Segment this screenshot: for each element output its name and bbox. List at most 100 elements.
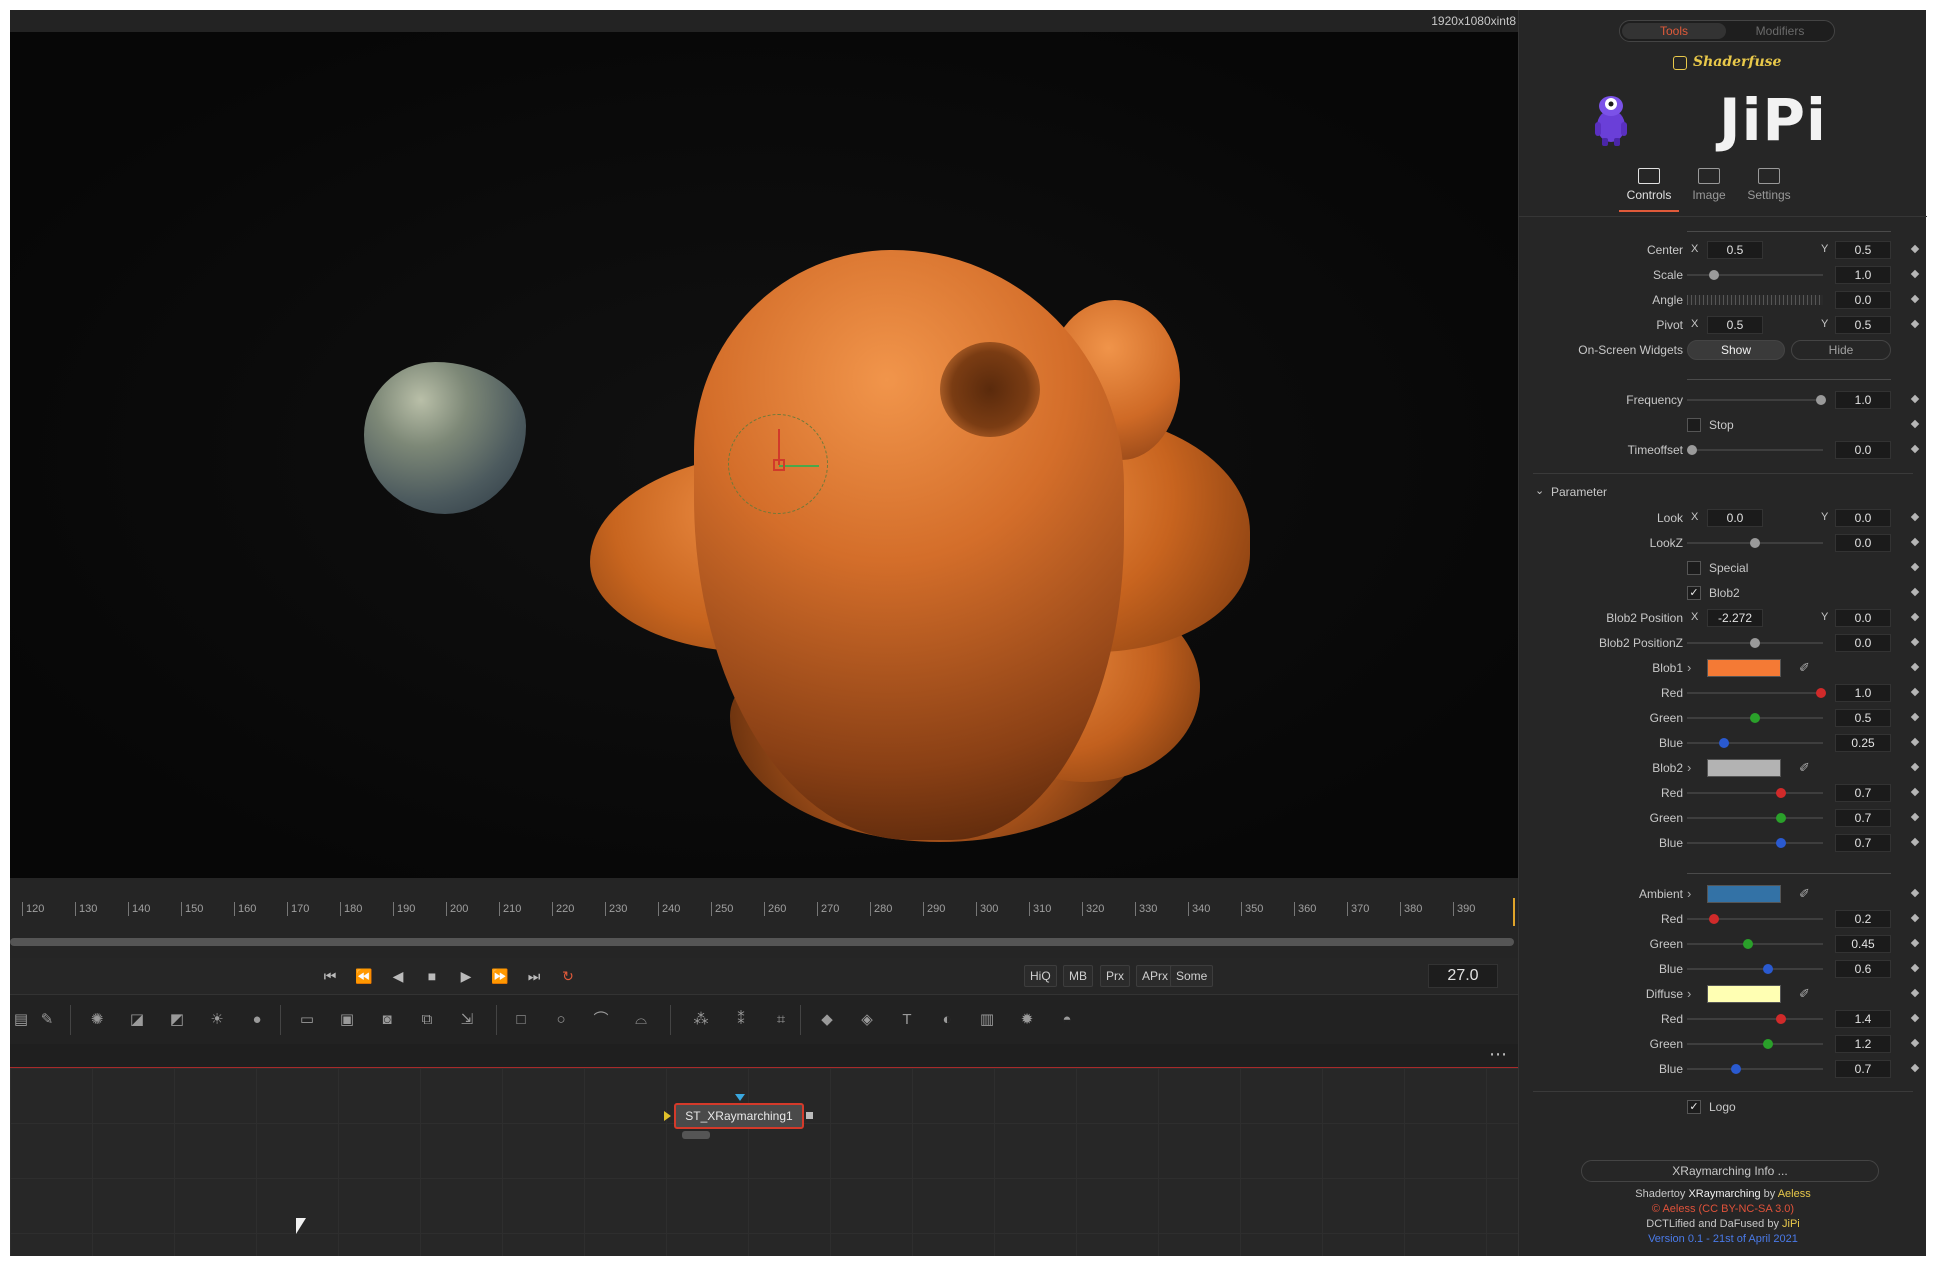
angle-field[interactable]: 0.0	[1835, 291, 1891, 309]
look-y-field[interactable]: 0.0	[1835, 509, 1891, 527]
viewer[interactable]: 1920x1080xint8	[10, 10, 1518, 878]
node-input[interactable]	[664, 1111, 671, 1121]
time-ruler[interactable]: 120 130 140 150 160 170 180 190 200 210 220 230 240 2…	[10, 900, 1518, 924]
blob2-green-knob[interactable]	[1776, 813, 1786, 823]
ambient-blue-slider[interactable]	[1687, 968, 1823, 970]
stop-icon[interactable]: ■	[420, 966, 444, 986]
fast-forward-icon[interactable]: ⏩	[488, 966, 512, 986]
blob2-position-y-field[interactable]: 0.0	[1835, 609, 1891, 627]
brightness-icon[interactable]: ☀	[206, 1009, 228, 1031]
keyframe-icon[interactable]	[1910, 812, 1920, 822]
blob1-blue-field[interactable]: 0.25	[1835, 734, 1891, 752]
gizmo-center-handle[interactable]	[773, 459, 785, 471]
diffuse-blue-field[interactable]: 0.7	[1835, 1060, 1891, 1078]
blob1-red-field[interactable]: 1.0	[1835, 684, 1891, 702]
show-widgets-button[interactable]: Show	[1687, 340, 1785, 360]
diffuse-green-knob[interactable]	[1763, 1039, 1773, 1049]
keyframe-icon[interactable]	[1910, 762, 1920, 772]
shape-3d-icon[interactable]: ◈	[856, 1009, 878, 1031]
scale-slider[interactable]	[1687, 274, 1823, 276]
keyframe-icon[interactable]	[1910, 662, 1920, 672]
pivot-x-field[interactable]: 0.5	[1707, 316, 1763, 334]
resize-icon[interactable]: ⇲	[456, 1009, 478, 1031]
keyframe-icon[interactable]	[1910, 587, 1920, 597]
angle-thumbwheel[interactable]	[1687, 295, 1823, 305]
blob2-blue-slider[interactable]	[1687, 842, 1823, 844]
polygon-mask-icon[interactable]: ⌒	[590, 1009, 612, 1031]
timeoffset-field[interactable]: 0.0	[1835, 441, 1891, 459]
camera-3d-icon[interactable]: ▥	[976, 1009, 998, 1031]
chevron-right-icon[interactable]: ›	[1687, 660, 1691, 675]
blob2-red-slider[interactable]	[1687, 792, 1823, 794]
blob1-green-knob[interactable]	[1750, 713, 1760, 723]
stop-checkbox[interactable]	[1687, 418, 1701, 432]
logo-checkbox[interactable]: ✓	[1687, 1100, 1701, 1114]
parameter-section-header[interactable]: ⌄ Parameter	[1535, 482, 1925, 502]
keyframe-icon[interactable]	[1910, 712, 1920, 722]
node-st-xraymarching[interactable]: ST_XRaymarching1	[674, 1103, 804, 1129]
blob2-checkbox[interactable]: ✓	[1687, 586, 1701, 600]
ambient-blue-knob[interactable]	[1763, 964, 1773, 974]
blob2-blue-knob[interactable]	[1776, 838, 1786, 848]
credit-author[interactable]: Aeless	[1778, 1188, 1811, 1200]
some-button[interactable]: Some	[1170, 965, 1214, 987]
more-options-icon[interactable]: ⋯	[1484, 1045, 1512, 1066]
keyframe-icon[interactable]	[1910, 1013, 1920, 1023]
render-viewport[interactable]	[10, 32, 1518, 878]
keyframe-icon[interactable]	[1910, 269, 1920, 279]
tab-settings[interactable]: Settings	[1739, 164, 1799, 212]
ambient-red-field[interactable]: 0.2	[1835, 910, 1891, 928]
diffuse-blue-knob[interactable]	[1731, 1064, 1741, 1074]
xraymarching-info-button[interactable]: XRaymarching Info ...	[1581, 1160, 1879, 1182]
credit-shader-name[interactable]: XRaymarching	[1688, 1188, 1760, 1200]
timeline[interactable]: 120 130 140 150 160 170 180 190 200 210 220 230 240 2…	[10, 878, 1518, 958]
timeoffset-slider-knob[interactable]	[1687, 445, 1697, 455]
diffuse-blue-slider[interactable]	[1687, 1068, 1823, 1070]
lookz-field[interactable]: 0.0	[1835, 534, 1891, 552]
frequency-field[interactable]: 1.0	[1835, 391, 1891, 409]
frequency-slider-knob[interactable]	[1816, 395, 1826, 405]
hide-widgets-button[interactable]: Hide	[1791, 340, 1891, 360]
scale-slider-knob[interactable]	[1709, 270, 1719, 280]
diffuse-red-slider[interactable]	[1687, 1018, 1823, 1020]
blob2-positionz-slider-knob[interactable]	[1750, 638, 1760, 648]
eyedropper-icon[interactable]: ✐	[1799, 760, 1810, 776]
blob1-color-swatch[interactable]	[1707, 659, 1781, 677]
center-y-field[interactable]: 0.5	[1835, 241, 1891, 259]
blob2-green-slider[interactable]	[1687, 817, 1823, 819]
node-output[interactable]	[806, 1112, 813, 1119]
renderer-3d-icon[interactable]: ◓	[1056, 1009, 1078, 1031]
diffuse-red-knob[interactable]	[1776, 1014, 1786, 1024]
time-scrubber[interactable]	[10, 938, 1514, 946]
eyedropper-icon[interactable]: ✐	[1799, 986, 1810, 1002]
keyframe-icon[interactable]	[1910, 419, 1920, 429]
diffuse-red-field[interactable]: 1.4	[1835, 1010, 1891, 1028]
node-mask-input[interactable]	[735, 1094, 745, 1101]
tab-modifiers[interactable]: Modifiers	[1728, 23, 1832, 39]
ambient-blue-field[interactable]: 0.6	[1835, 960, 1891, 978]
text-3d-icon[interactable]: T	[896, 1009, 918, 1031]
keyframe-icon[interactable]	[1910, 512, 1920, 522]
credit-jipi[interactable]: JiPi	[1782, 1218, 1800, 1230]
merge-3d-icon[interactable]: ◐	[936, 1009, 958, 1031]
go-to-start-icon[interactable]: ⏮	[318, 966, 342, 986]
blob1-green-field[interactable]: 0.5	[1835, 709, 1891, 727]
particles-icon[interactable]: ✺	[86, 1009, 108, 1031]
keyframe-icon[interactable]	[1910, 938, 1920, 948]
blob2-red-field[interactable]: 0.7	[1835, 784, 1891, 802]
keyframe-icon[interactable]	[1910, 244, 1920, 254]
blob1-blue-slider[interactable]	[1687, 742, 1823, 744]
keyframe-icon[interactable]	[1910, 888, 1920, 898]
ambient-red-knob[interactable]	[1709, 914, 1719, 924]
keyframe-icon[interactable]	[1910, 787, 1920, 797]
keyframe-icon[interactable]	[1910, 394, 1920, 404]
background-icon[interactable]: ▭	[296, 1009, 318, 1031]
keyframe-icon[interactable]	[1910, 1063, 1920, 1073]
ambient-green-knob[interactable]	[1743, 939, 1753, 949]
keyframe-icon[interactable]	[1910, 687, 1920, 697]
keyframe-icon[interactable]	[1910, 294, 1920, 304]
tab-image[interactable]: Image	[1679, 164, 1739, 212]
transform-icon[interactable]: ⧉	[416, 1009, 438, 1031]
current-frame-field[interactable]: 27.0	[1428, 964, 1498, 988]
tool-icon[interactable]: ▤	[10, 1009, 32, 1031]
